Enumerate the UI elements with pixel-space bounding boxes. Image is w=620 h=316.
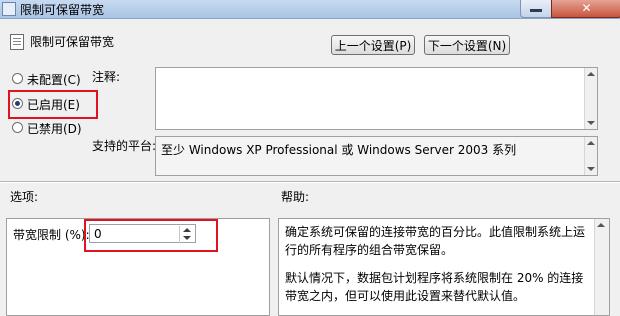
scroll-up-icon[interactable] <box>587 141 595 145</box>
supported-platforms-box: 至少 Windows XP Professional 或 Windows Ser… <box>155 136 598 176</box>
radio-circle[interactable] <box>12 98 23 109</box>
divider <box>0 181 620 182</box>
help-pane: 确定系统可保留的连接带宽的百分比。此值限制系统上运行的所有程序的组合带宽保留。 … <box>278 218 610 316</box>
prev-setting-button[interactable]: 上一个设置(P) <box>331 35 415 55</box>
radio-label: 已启用(E) <box>27 98 80 112</box>
window-icon <box>2 2 16 16</box>
radio-label: 已禁用(D) <box>27 122 82 136</box>
close-icon: ✕ <box>581 1 592 15</box>
radio-label: 未配置(C) <box>27 73 81 87</box>
help-text: 确定系统可保留的连接带宽的百分比。此值限制系统上运行的所有程序的组合带宽保留。 … <box>285 223 585 315</box>
bandwidth-stepper[interactable] <box>179 226 194 243</box>
spin-down-icon[interactable] <box>183 236 191 240</box>
policy-setting-icon <box>10 34 24 50</box>
help-scrollbar[interactable] <box>594 219 609 315</box>
comment-scrollbar[interactable] <box>584 68 597 129</box>
scroll-up-icon[interactable] <box>597 223 605 227</box>
window-title: 限制可保留带宽 <box>20 3 105 17</box>
scroll-up-icon[interactable] <box>587 72 595 76</box>
help-section-label: 帮助: <box>281 190 310 204</box>
supported-value: 至少 Windows XP Professional 或 Windows Ser… <box>161 143 517 157</box>
help-paragraph: 默认情况下，数据包计划程序将系统限制在 20% 的连接带宽之内，但可以使用此设置… <box>285 271 584 303</box>
options-section-label: 选项: <box>10 190 39 204</box>
bandwidth-label: 带宽限制 (%): <box>13 228 90 242</box>
radio-circle[interactable] <box>12 122 23 133</box>
close-button[interactable]: ✕ <box>551 0 620 18</box>
radio-circle[interactable] <box>12 73 23 84</box>
minimize-button[interactable] <box>520 0 552 18</box>
supported-scrollbar[interactable] <box>584 137 597 175</box>
spin-up-icon[interactable] <box>183 228 191 232</box>
minimize-icon <box>530 9 542 12</box>
supported-label: 支持的平台: <box>92 139 157 153</box>
comment-label: 注释: <box>92 70 121 84</box>
next-setting-button[interactable]: 下一个设置(N) <box>424 35 510 55</box>
bandwidth-value[interactable]: 0 <box>94 227 102 241</box>
scroll-down-icon[interactable] <box>587 167 595 171</box>
bandwidth-spinbox[interactable]: 0 <box>89 224 196 243</box>
page-title: 限制可保留带宽 <box>30 35 115 49</box>
title-bar: 限制可保留带宽 ✕ <box>0 0 620 19</box>
comment-textarea[interactable] <box>155 67 598 130</box>
help-paragraph: 确定系统可保留的连接带宽的百分比。此值限制系统上运行的所有程序的组合带宽保留。 <box>285 225 586 257</box>
scroll-down-icon[interactable] <box>587 121 595 125</box>
